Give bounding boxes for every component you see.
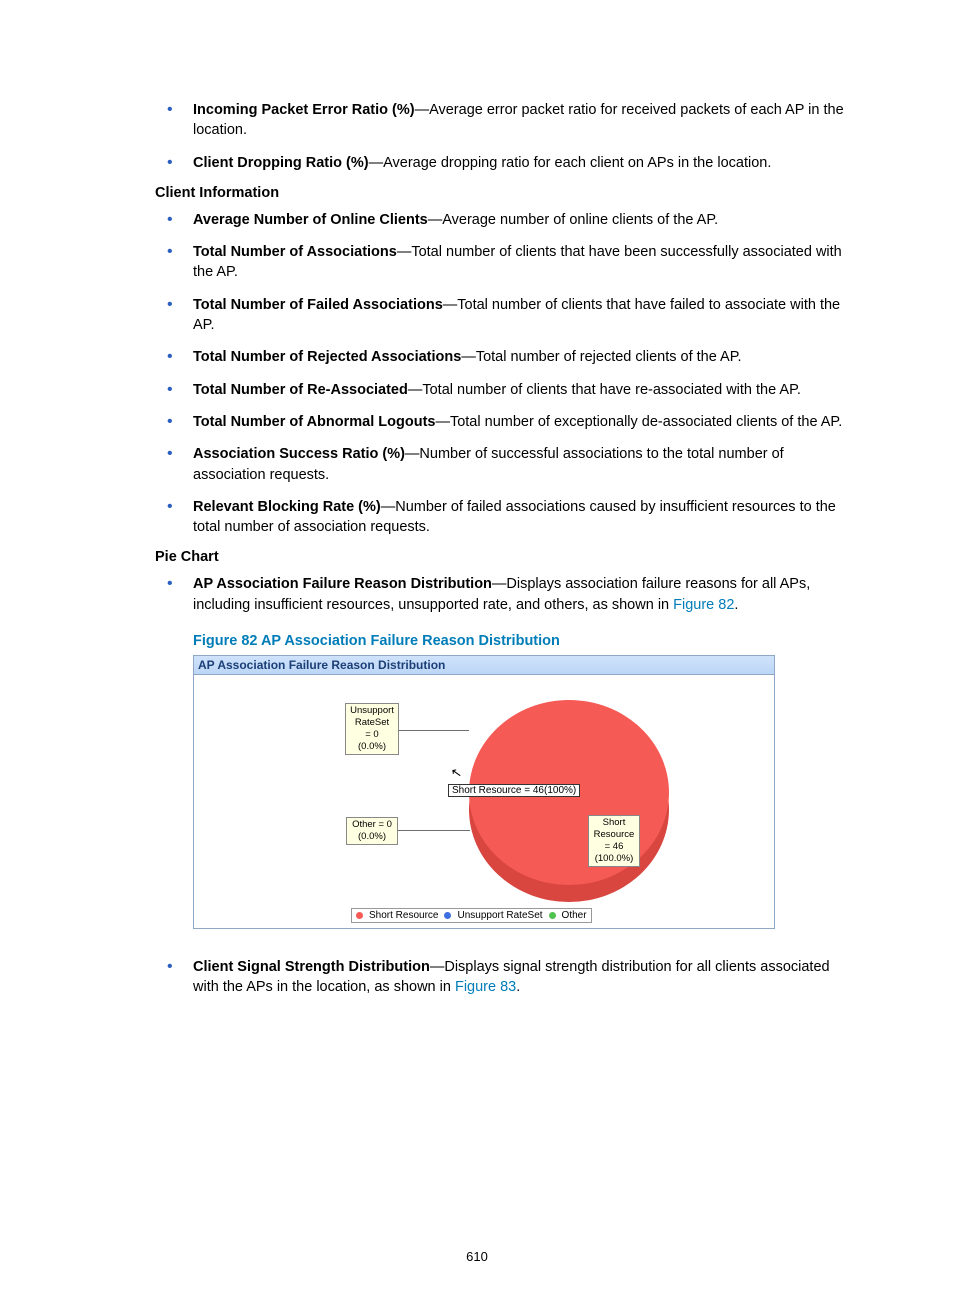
- list-item: Average Number of Online Clients—Average…: [155, 210, 859, 230]
- figure-82-box: AP Association Failure Reason Distributi…: [193, 655, 775, 929]
- term: Association Success Ratio (%): [193, 446, 405, 462]
- chart-label-unsupport: Unsupport RateSet = 0 (0.0%): [345, 703, 399, 755]
- term: Total Number of Abnormal Logouts: [193, 414, 435, 430]
- legend-label: Short Resource: [369, 910, 438, 921]
- section-heading-client-info: Client Information: [155, 185, 859, 201]
- list-item: Total Number of Associations—Total numbe…: [155, 242, 859, 283]
- list-item: Incoming Packet Error Ratio (%)—Average …: [155, 100, 859, 141]
- legend-dot-icon: [356, 912, 363, 919]
- chart-legend: Short Resource Unsupport RateSet Other: [351, 908, 592, 923]
- term: AP Association Failure Reason Distributi…: [193, 576, 492, 592]
- list-item: Association Success Ratio (%)—Number of …: [155, 444, 859, 485]
- desc: —Total number of clients that have re-as…: [408, 382, 801, 398]
- chart-label-other: Other = 0 (0.0%): [346, 817, 398, 845]
- figure-82-caption: Figure 82 AP Association Failure Reason …: [193, 633, 859, 649]
- figure-83-link[interactable]: Figure 83: [455, 979, 516, 995]
- pie-chart: Unsupport RateSet = 0 (0.0%) Other = 0 (…: [194, 675, 774, 928]
- term: Average Number of Online Clients: [193, 212, 428, 228]
- legend-dot-icon: [444, 912, 451, 919]
- list-item: Total Number of Abnormal Logouts—Total n…: [155, 412, 859, 432]
- cursor-icon: ↖: [450, 764, 464, 782]
- term: Client Signal Strength Distribution: [193, 959, 430, 975]
- bullet-list-2: Average Number of Online Clients—Average…: [155, 210, 859, 538]
- connector-line: [398, 830, 470, 831]
- desc: —Average dropping ratio for each client …: [369, 155, 772, 171]
- bullet-list-post: Client Signal Strength Distribution—Disp…: [155, 957, 859, 998]
- list-item: Total Number of Re-Associated—Total numb…: [155, 380, 859, 400]
- section-heading-pie-chart: Pie Chart: [155, 549, 859, 565]
- desc: —Total number of exceptionally de-associ…: [435, 414, 842, 430]
- figure-82-link[interactable]: Figure 82: [673, 597, 734, 613]
- list-item: Relevant Blocking Rate (%)—Number of fai…: [155, 497, 859, 538]
- page-number: 610: [0, 1249, 954, 1264]
- desc-tail: .: [734, 597, 738, 613]
- term: Incoming Packet Error Ratio (%): [193, 102, 415, 118]
- connector-line: [399, 730, 469, 731]
- legend-label: Other: [562, 910, 587, 921]
- panel-title: AP Association Failure Reason Distributi…: [194, 656, 774, 675]
- term: Relevant Blocking Rate (%): [193, 499, 381, 515]
- chart-label-short: Short Resource = 46 (100.0%): [588, 815, 640, 867]
- list-item: Total Number of Rejected Associations—To…: [155, 347, 859, 367]
- list-item: Total Number of Failed Associations—Tota…: [155, 295, 859, 336]
- bullet-list-pie: AP Association Failure Reason Distributi…: [155, 574, 859, 615]
- term: Total Number of Associations: [193, 244, 397, 260]
- desc-tail: .: [516, 979, 520, 995]
- term: Total Number of Re-Associated: [193, 382, 408, 398]
- term: Total Number of Failed Associations: [193, 297, 443, 313]
- bullet-list-1: Incoming Packet Error Ratio (%) —Average …: [155, 100, 859, 173]
- chart-tooltip: Short Resource = 46(100%): [448, 784, 580, 797]
- desc: —Average number of online clients of the…: [428, 212, 718, 228]
- list-item: AP Association Failure Reason Distributi…: [155, 574, 859, 615]
- term: Client Dropping Ratio (%): [193, 155, 369, 171]
- desc: —Total number of rejected clients of the…: [461, 349, 741, 365]
- term: Total Number of Rejected Associations: [193, 349, 461, 365]
- legend-label: Unsupport RateSet: [457, 910, 542, 921]
- list-item: Client Signal Strength Distribution—Disp…: [155, 957, 859, 998]
- list-item: Client Dropping Ratio (%)—Average droppi…: [155, 153, 859, 173]
- legend-dot-icon: [549, 912, 556, 919]
